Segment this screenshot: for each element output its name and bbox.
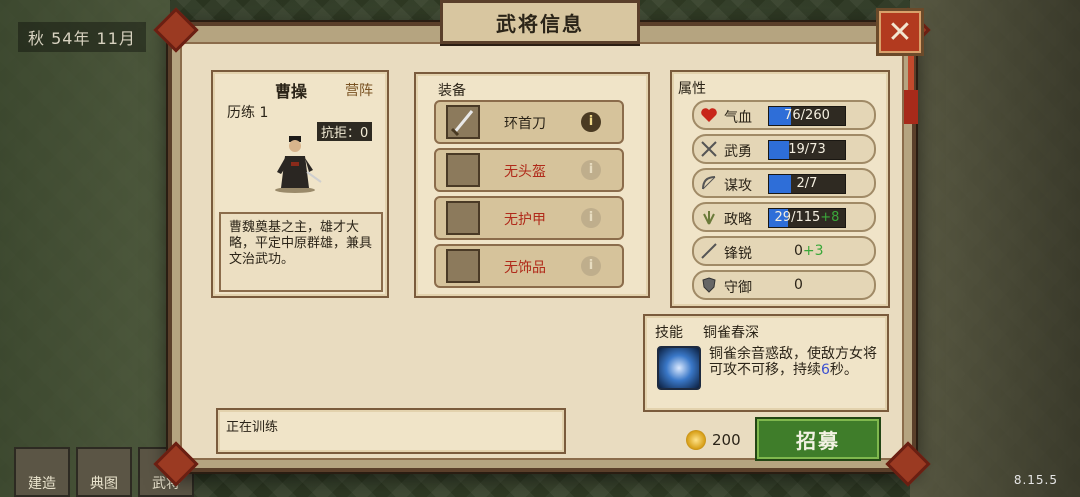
skill-duration: 6: [821, 362, 830, 378]
attributes-title: 属性: [678, 81, 706, 97]
attribute-name: 谋攻: [724, 178, 752, 194]
intellect-bar: 2/7: [768, 174, 846, 194]
bow-icon: [702, 176, 716, 190]
equipment-label: 无护甲: [504, 212, 546, 228]
crossed-swords-icon: [701, 141, 717, 157]
info-icon[interactable]: i: [581, 256, 601, 276]
attribute-value: 29/115: [774, 210, 821, 225]
force-bar: 19/73: [768, 140, 846, 160]
camp-label[interactable]: 营阵: [345, 80, 373, 100]
empty-slot-icon: [446, 249, 480, 283]
recruit-button[interactable]: 招募: [755, 417, 881, 461]
attribute-force: 武勇 19/73: [692, 134, 876, 164]
info-icon[interactable]: i: [581, 112, 601, 132]
equipment-slot-armor[interactable]: 无护甲 i: [434, 196, 624, 240]
close-button[interactable]: ✕: [876, 8, 924, 56]
gold-coin-icon: [686, 430, 706, 450]
general-name: 曹操: [275, 82, 308, 101]
general-card: 曹操 营阵 历练 1 抗拒：0 曹魏奠基之主，雄才大略，平定中原群雄，兼具文治武…: [211, 70, 389, 298]
menu-atlas-button[interactable]: 典图: [76, 447, 132, 497]
menu-build-button[interactable]: 建造: [14, 447, 70, 497]
recruit-cost: 200: [712, 431, 741, 449]
map-left-region: [0, 0, 170, 497]
map-right-region: [910, 0, 1080, 497]
attribute-name: 守御: [724, 280, 752, 296]
general-description: 曹魏奠基之主，雄才大略，平定中原群雄，兼具文治武功。: [219, 212, 383, 292]
skill-label: 技能: [655, 325, 683, 341]
experience-label: 历练 1: [227, 105, 269, 121]
training-status: 正在训练: [226, 420, 279, 435]
sword-icon: [446, 105, 480, 139]
version-label: 8.15.5: [1013, 473, 1058, 487]
empty-slot-icon: [446, 201, 480, 235]
equipment-label: 无头盔: [504, 164, 546, 180]
laurel-icon: [703, 211, 715, 225]
attribute-bonus: +3: [802, 243, 824, 259]
strategy-bar: 29/115+8: [768, 208, 846, 228]
attributes-panel: 属性 气血 76/260 武勇 19/73 谋攻 2/7 政略 29/115+8: [670, 70, 890, 308]
attribute-name: 锋锐: [724, 246, 752, 262]
equipment-slot-weapon[interactable]: 环首刀 i: [434, 100, 624, 144]
attribute-name: 气血: [724, 110, 752, 126]
equipment-title: 装备: [438, 83, 466, 99]
attribute-bonus: +8: [820, 210, 840, 225]
skill-icon[interactable]: [657, 346, 701, 390]
equipment-label: 环首刀: [504, 116, 546, 132]
info-icon[interactable]: i: [581, 208, 601, 228]
attribute-name: 政略: [724, 212, 752, 228]
attribute-hp: 气血 76/260: [692, 100, 876, 130]
attribute-value-group: 29/115+8: [769, 209, 845, 227]
heart-icon: [701, 108, 717, 122]
training-status-box: 正在训练: [216, 408, 566, 454]
equipment-slot-helmet[interactable]: 无头盔 i: [434, 148, 624, 192]
equipment-label: 无饰品: [504, 260, 546, 276]
empty-slot-icon: [446, 153, 480, 187]
equipment-slot-accessory[interactable]: 无饰品 i: [434, 244, 624, 288]
attribute-name: 武勇: [724, 144, 752, 160]
shield-icon: [702, 277, 716, 293]
equipment-panel: 装备 环首刀 i 无头盔 i 无护甲 i 无饰品 i: [414, 72, 650, 298]
attribute-value: 19/73: [788, 142, 826, 157]
attribute-value-group: 0+3: [794, 243, 824, 259]
hp-bar: 76/260: [768, 106, 846, 126]
attribute-value: 0: [794, 243, 803, 259]
attribute-value: 2/7: [796, 176, 818, 191]
skill-panel: 技能 铜雀春深 铜雀余音惑敌，使敌方女将可攻不可移，持续6秒。: [643, 314, 889, 412]
info-icon[interactable]: i: [581, 160, 601, 180]
attribute-value: 0: [794, 277, 803, 293]
date-indicator: 秋 54年 11月: [18, 22, 146, 52]
dialog-title: 武将信息: [440, 0, 640, 44]
attribute-intellect: 谋攻 2/7: [692, 168, 876, 198]
skill-description: 铜雀余音惑敌，使敌方女将可攻不可移，持续6秒。: [709, 346, 885, 378]
tassel-ornament: [904, 90, 918, 124]
skill-desc-tail: 秒。: [829, 362, 858, 378]
attribute-sharpness: 锋锐 0+3: [692, 236, 876, 266]
attribute-strategy: 政略 29/115+8: [692, 202, 876, 232]
sword-icon: [701, 243, 717, 259]
attribute-value: 76/260: [784, 108, 830, 123]
resist-badge: 抗拒：0: [317, 122, 373, 141]
attribute-defense: 守御 0: [692, 270, 876, 300]
general-portrait: [275, 136, 322, 193]
skill-name: 铜雀春深: [703, 325, 759, 341]
